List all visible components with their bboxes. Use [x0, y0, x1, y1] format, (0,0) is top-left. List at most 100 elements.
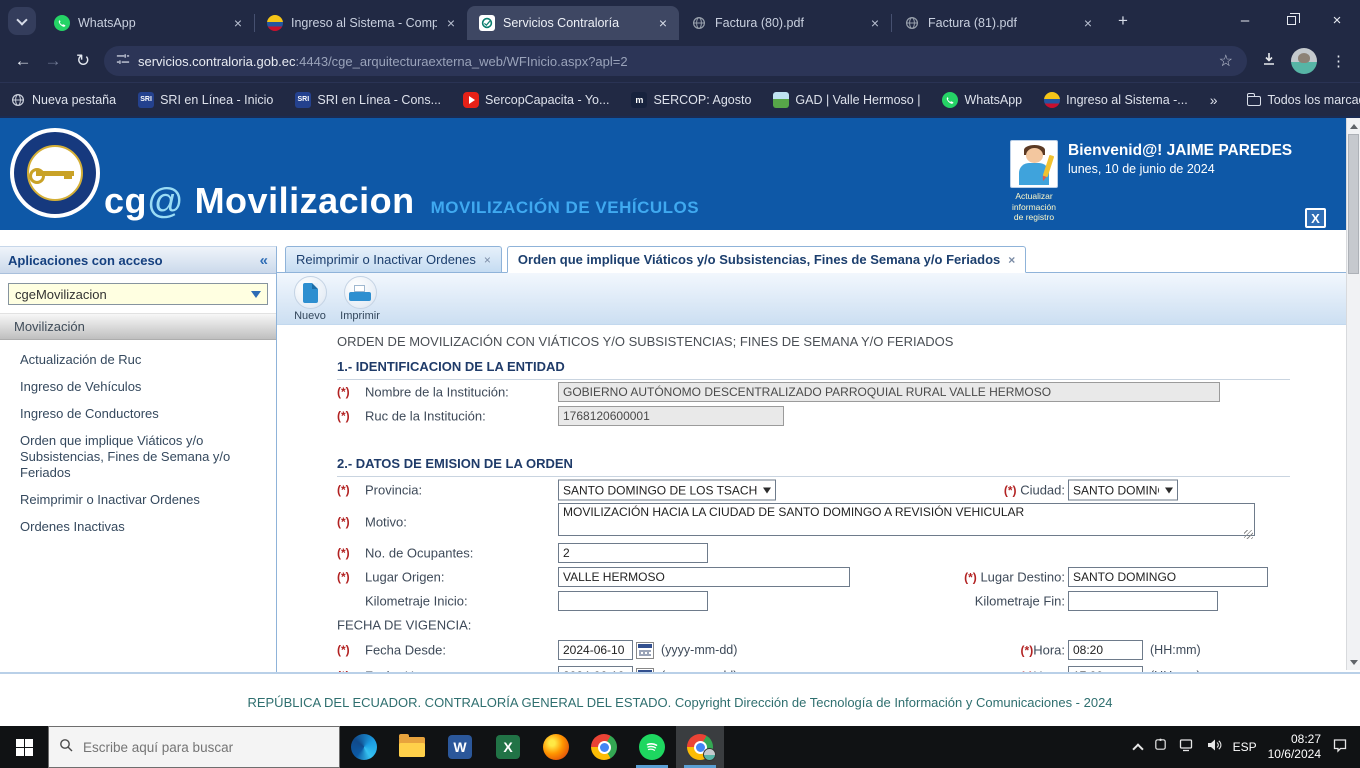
taskbar-excel-button[interactable]: X	[484, 726, 532, 768]
hora-hasta-input[interactable]	[1068, 666, 1143, 672]
browser-tab-bar: WhatsApp × Ingreso al Sistema - Compra ×…	[0, 0, 1360, 40]
restore-button[interactable]	[1268, 0, 1314, 40]
bookmark-sercop[interactable]: m SERCOP: Agosto	[631, 92, 751, 108]
bookmark-ingreso-sistema[interactable]: Ingreso al Sistema -...	[1044, 92, 1188, 108]
profile-avatar[interactable]	[1291, 48, 1317, 74]
reload-button[interactable]: ↻	[68, 46, 98, 76]
taskbar-chrome-active-button[interactable]	[676, 726, 724, 768]
sidebar-header: Aplicaciones con acceso «	[0, 247, 276, 274]
browser-tab-factura80[interactable]: Factura (80).pdf ×	[679, 6, 891, 40]
sidebar-item-orden-viaticos[interactable]: Orden que implique Viáticos y/o Subsiste…	[20, 433, 264, 481]
bookmark-sercopcapacita[interactable]: SercopCapacita - Yo...	[463, 92, 609, 108]
bookmark-whatsapp[interactable]: WhatsApp	[942, 92, 1022, 108]
new-tab-button[interactable]: +	[1110, 8, 1136, 34]
tab-orden-viaticos[interactable]: Orden que implique Viáticos y/o Subsiste…	[507, 246, 1026, 273]
required-mark: (*)	[337, 643, 350, 657]
lugar-destino-input[interactable]	[1068, 567, 1268, 587]
user-avatar[interactable]	[1010, 140, 1058, 188]
tab-reimprimir-ordenes[interactable]: Reimprimir o Inactivar Ordenes ×	[285, 246, 502, 272]
forward-button[interactable]: →	[38, 46, 68, 76]
sidebar-item-ingreso-conductores[interactable]: Ingreso de Conductores	[20, 406, 264, 422]
network-icon[interactable]	[1179, 738, 1195, 757]
ocupantes-input[interactable]	[558, 543, 708, 563]
device-icon[interactable]	[1153, 737, 1168, 757]
browser-tab-factura81[interactable]: Factura (81).pdf ×	[892, 6, 1104, 40]
close-tab-icon[interactable]: ×	[1008, 253, 1015, 267]
excel-icon: X	[496, 735, 520, 759]
close-tab-icon[interactable]: ×	[232, 15, 244, 31]
motivo-textarea[interactable]: MOVILIZACIÓN HACIA LA CIUDAD DE SANTO DO…	[558, 503, 1255, 536]
bookmark-gad-valle-hermoso[interactable]: GAD | Valle Hermoso |	[773, 92, 920, 108]
close-tab-icon[interactable]: ×	[869, 15, 881, 31]
update-registration-widget[interactable]: Actualizar información de registro	[1008, 140, 1060, 223]
scrollbar-thumb[interactable]	[1348, 134, 1359, 274]
browser-tab-whatsapp[interactable]: WhatsApp ×	[42, 6, 254, 40]
hora-desde-input[interactable]	[1068, 640, 1143, 660]
close-tab-icon[interactable]: ×	[484, 253, 491, 267]
search-input[interactable]	[83, 740, 303, 755]
print-button[interactable]: Imprimir	[337, 276, 383, 322]
browser-menu-icon[interactable]: ⋮	[1331, 52, 1346, 70]
close-tab-icon[interactable]: ×	[657, 15, 669, 31]
address-bar[interactable]: servicios.contraloria.gob.ec:4443/cge_ar…	[104, 46, 1247, 76]
action-center-icon[interactable]	[1332, 737, 1348, 758]
language-indicator[interactable]: ESP	[1233, 740, 1257, 754]
downloads-icon[interactable]	[1261, 51, 1277, 72]
page-scrollbar[interactable]	[1346, 118, 1360, 670]
taskbar-search[interactable]	[48, 726, 340, 768]
bookmark-sri-consultas[interactable]: SRI SRI en Línea - Cons...	[295, 92, 441, 108]
app-title: cg@ Movilizacion	[104, 180, 415, 222]
whatsapp-icon	[54, 15, 70, 31]
close-tab-icon[interactable]: ×	[1082, 15, 1094, 31]
browser-tab-ingreso[interactable]: Ingreso al Sistema - Compra ×	[255, 6, 467, 40]
taskbar-edge-button[interactable]	[340, 726, 388, 768]
close-window-button[interactable]: ×	[1314, 0, 1360, 40]
ciudad-select[interactable]: SANTO DOMINGO	[1068, 480, 1178, 501]
taskbar-chrome-button[interactable]	[580, 726, 628, 768]
fecha-hasta-input[interactable]	[558, 666, 633, 672]
sidebar-item-reimprimir-ordenes[interactable]: Reimprimir o Inactivar Ordenes	[20, 492, 264, 508]
resize-grip-icon[interactable]	[1244, 530, 1253, 539]
system-tray: ESP 08:27 10/6/2024	[1134, 726, 1360, 768]
browser-tab-servicios-contraloria[interactable]: Servicios Contraloría ×	[467, 6, 679, 40]
scroll-up-icon[interactable]	[1347, 118, 1360, 133]
collapse-sidebar-icon[interactable]: «	[260, 252, 268, 269]
tune-icon[interactable]	[116, 52, 130, 71]
clock[interactable]: 08:27 10/6/2024	[1268, 732, 1321, 762]
volume-icon[interactable]	[1206, 738, 1222, 757]
calendar-icon[interactable]	[636, 668, 654, 673]
taskbar-explorer-button[interactable]	[388, 726, 436, 768]
sidebar-item-ordenes-inactivas[interactable]: Ordenes Inactivas	[20, 519, 264, 535]
chevron-down-icon	[251, 291, 261, 303]
scroll-down-icon[interactable]	[1347, 655, 1360, 670]
tab-label: Factura (81).pdf	[928, 16, 1074, 30]
sidebar-group-movilizacion[interactable]: Movilización	[0, 313, 276, 340]
application-select[interactable]: cgeMovilizacion	[8, 283, 268, 305]
tray-expand-icon[interactable]	[1132, 743, 1143, 754]
copyright-text: REPÚBLICA DEL ECUADOR. CONTRALORÍA GENER…	[0, 695, 1360, 710]
sidebar-item-ingreso-vehiculos[interactable]: Ingreso de Vehículos	[20, 379, 264, 395]
new-button[interactable]: Nuevo	[287, 276, 333, 322]
ruc-input[interactable]	[558, 406, 784, 426]
logout-close-button[interactable]: X	[1305, 208, 1326, 228]
bookmark-star-icon[interactable]: ☆	[1219, 51, 1233, 71]
minimize-button[interactable]: –	[1222, 0, 1268, 40]
bookmarks-overflow-icon[interactable]: »	[1210, 92, 1218, 108]
start-button[interactable]	[0, 726, 48, 768]
institucion-input[interactable]	[558, 382, 1220, 402]
tab-search-button[interactable]	[8, 7, 36, 35]
fecha-desde-input[interactable]	[558, 640, 633, 660]
km-fin-input[interactable]	[1068, 591, 1218, 611]
bookmark-nueva-pestana[interactable]: Nueva pestaña	[10, 92, 116, 108]
close-tab-icon[interactable]: ×	[445, 15, 457, 31]
calendar-icon[interactable]	[636, 642, 654, 659]
taskbar-spotify-button[interactable]	[628, 726, 676, 768]
all-bookmarks-button[interactable]: Todos los marcadores	[1246, 92, 1360, 108]
sidebar-item-actualizacion-ruc[interactable]: Actualización de Ruc	[20, 352, 264, 368]
taskbar-firefox-button[interactable]	[532, 726, 580, 768]
km-inicio-input[interactable]	[558, 591, 708, 611]
provincia-select[interactable]: SANTO DOMINGO DE LOS TSACHILAS	[558, 480, 776, 501]
back-button[interactable]: ←	[8, 46, 38, 76]
bookmark-sri-inicio[interactable]: SRI SRI en Línea - Inicio	[138, 92, 273, 108]
taskbar-word-button[interactable]: W	[436, 726, 484, 768]
